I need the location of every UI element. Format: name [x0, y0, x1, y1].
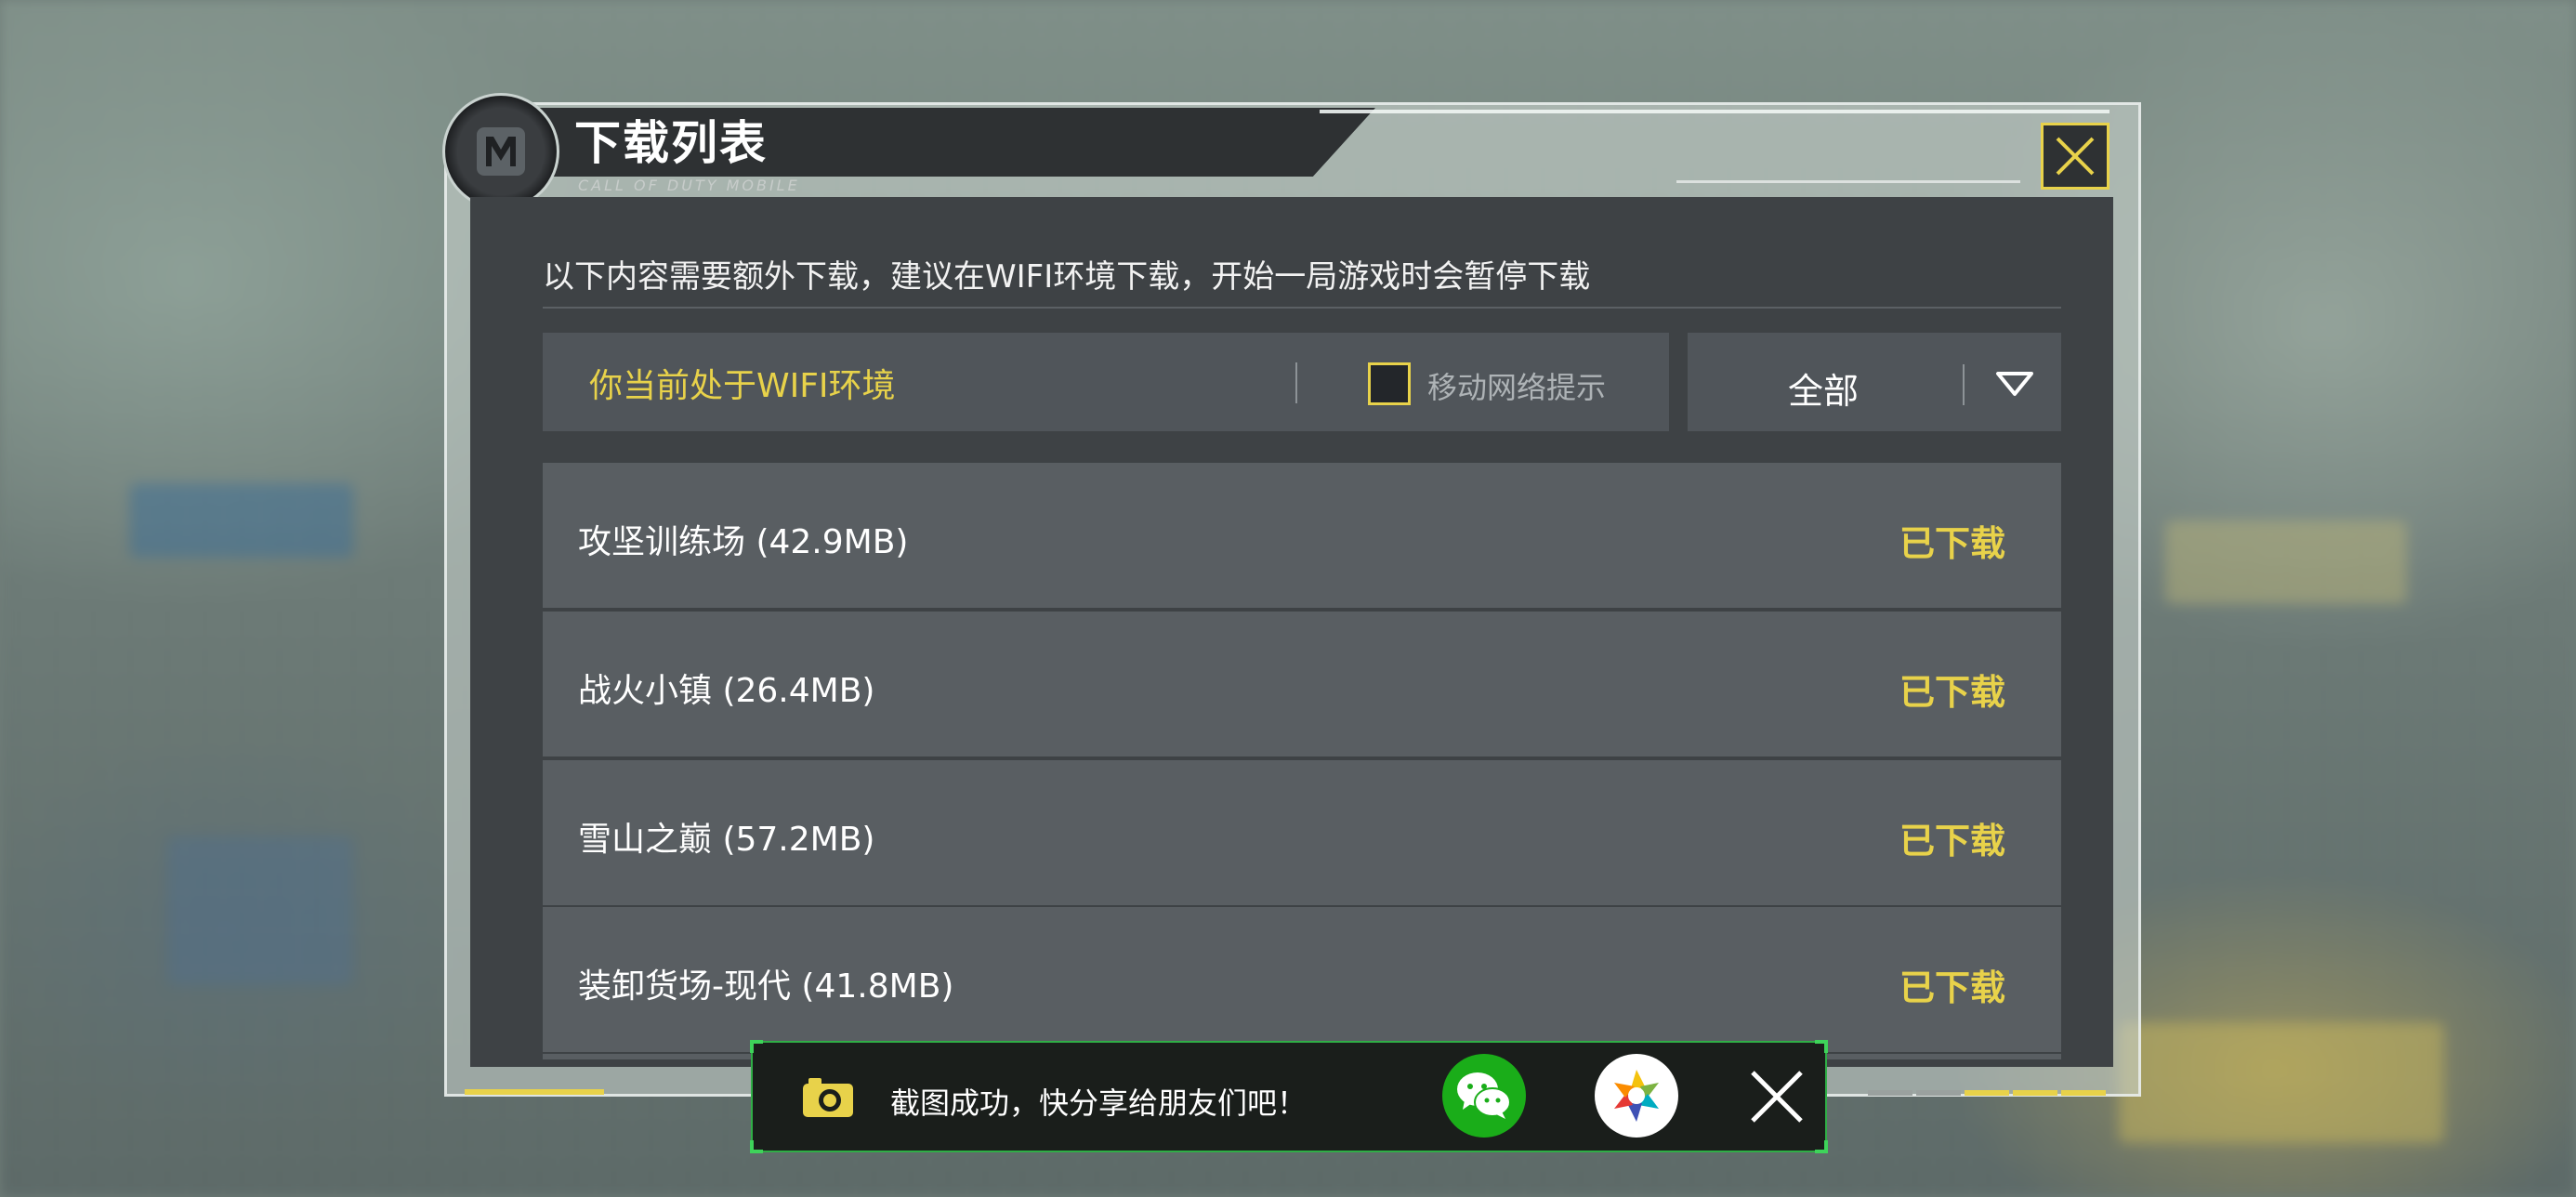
network-status-text: 你当前处于WIFI环境: [589, 367, 896, 405]
item-status: 已下载: [1899, 967, 2005, 1008]
item-name: 战火小镇 (26.4MB): [578, 672, 875, 710]
background-blur-block: [167, 836, 353, 985]
item-status: 已下载: [1899, 523, 2005, 564]
frame-accent: [465, 1089, 604, 1095]
close-x-icon: [1751, 1071, 1803, 1123]
share-wechat-button[interactable]: [1442, 1054, 1526, 1138]
close-toast-button[interactable]: [1745, 1065, 1808, 1128]
filter-selected-value[interactable]: 全部: [1788, 362, 1859, 414]
page-indicator: [1868, 1082, 2111, 1096]
item-name: 攻坚训练场 (42.9MB): [578, 523, 909, 561]
background-blur-block: [130, 483, 353, 558]
close-x-icon: [2056, 137, 2095, 176]
wechat-icon: [1457, 1072, 1511, 1119]
header-decoration-bar: [1676, 177, 2020, 186]
dialog-subtitle: CALL OF DUTY MOBILE: [578, 177, 800, 194]
list-item[interactable]: 攻坚训练场 (42.9MB) 已下载: [543, 463, 2061, 608]
moments-icon: [1614, 1070, 1659, 1122]
list-item[interactable]: 雪山之巅 (57.2MB) 已下载: [543, 760, 2061, 905]
item-status: 已下载: [1899, 821, 2005, 862]
divider: [1295, 362, 1297, 403]
camera-icon: [803, 1078, 853, 1117]
download-list: 攻坚训练场 (42.9MB) 已下载 战火小镇 (26.4MB) 已下载 雪山之…: [543, 463, 2061, 1059]
cod-logo-icon: [477, 127, 525, 176]
mobile-network-checkbox[interactable]: [1368, 362, 1411, 405]
divider: [543, 307, 2061, 309]
toast-message: 截图成功，快分享给朋友们吧！: [890, 1085, 1308, 1121]
divider: [1963, 364, 1965, 405]
item-status: 已下载: [1899, 672, 2005, 713]
close-dialog-button[interactable]: [2041, 123, 2109, 190]
share-moments-button[interactable]: [1595, 1054, 1678, 1138]
background-blur-block: [2165, 520, 2407, 604]
dialog-title: 下载列表: [574, 116, 768, 170]
mobile-network-label[interactable]: 移动网络提示: [1427, 364, 1606, 407]
game-logo-icon: [442, 93, 559, 217]
item-name: 雪山之巅 (57.2MB): [578, 821, 875, 859]
download-notice: 以下内容需要额外下载，建议在WIFI环境下载，开始一局游戏时会暂停下载: [543, 258, 1591, 296]
list-item[interactable]: 战火小镇 (26.4MB) 已下载: [543, 612, 2061, 756]
background-blur-block: [2119, 1022, 2444, 1143]
list-item[interactable]: 装卸货场-现代 (41.8MB) 已下载: [543, 907, 2061, 1052]
triangle-down-icon[interactable]: [1994, 370, 2035, 398]
item-name: 装卸货场-现代 (41.8MB): [578, 967, 954, 1006]
header-edge-line: [1320, 110, 2109, 113]
